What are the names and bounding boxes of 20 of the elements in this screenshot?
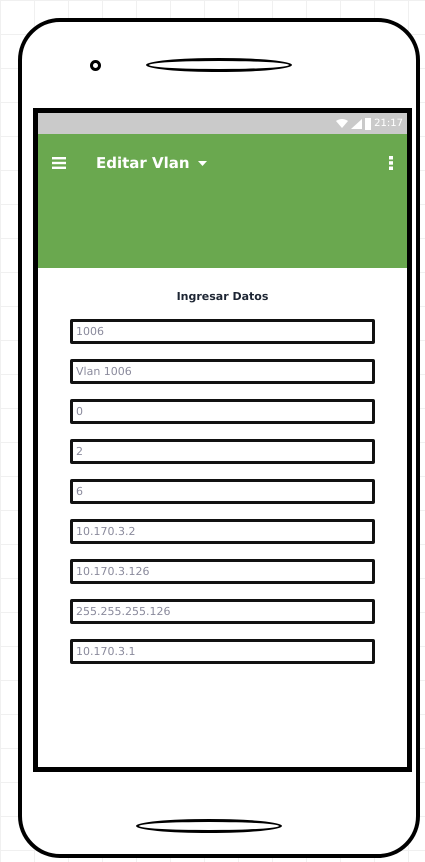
menu-icon[interactable] — [52, 157, 66, 169]
screen-title[interactable]: Editar Vlan — [96, 154, 190, 172]
camera-icon — [90, 60, 101, 70]
more-icon[interactable] — [389, 156, 393, 170]
input-field[interactable]: 10.170.3.1 — [70, 639, 375, 664]
caret-icon[interactable] — [198, 160, 207, 166]
wifi-icon — [336, 119, 348, 128]
home-button[interactable] — [136, 819, 282, 833]
battery-icon — [365, 118, 372, 130]
input-field[interactable]: Vlan 1006 — [70, 359, 375, 384]
input-field[interactable]: 10.170.3.2 — [70, 519, 375, 544]
input-field[interactable]: 1006 — [70, 319, 375, 344]
input-field[interactable]: 0 — [70, 399, 375, 424]
input-field[interactable]: 10.170.3.126 — [70, 559, 375, 584]
input-field[interactable]: 6 — [70, 479, 375, 504]
input-field[interactable]: 2 — [70, 439, 375, 464]
form-title: Ingresar Datos — [176, 290, 268, 303]
signal-icon — [351, 118, 362, 128]
speaker-icon — [146, 58, 292, 72]
input-field[interactable]: 255.255.255.126 — [70, 599, 375, 624]
